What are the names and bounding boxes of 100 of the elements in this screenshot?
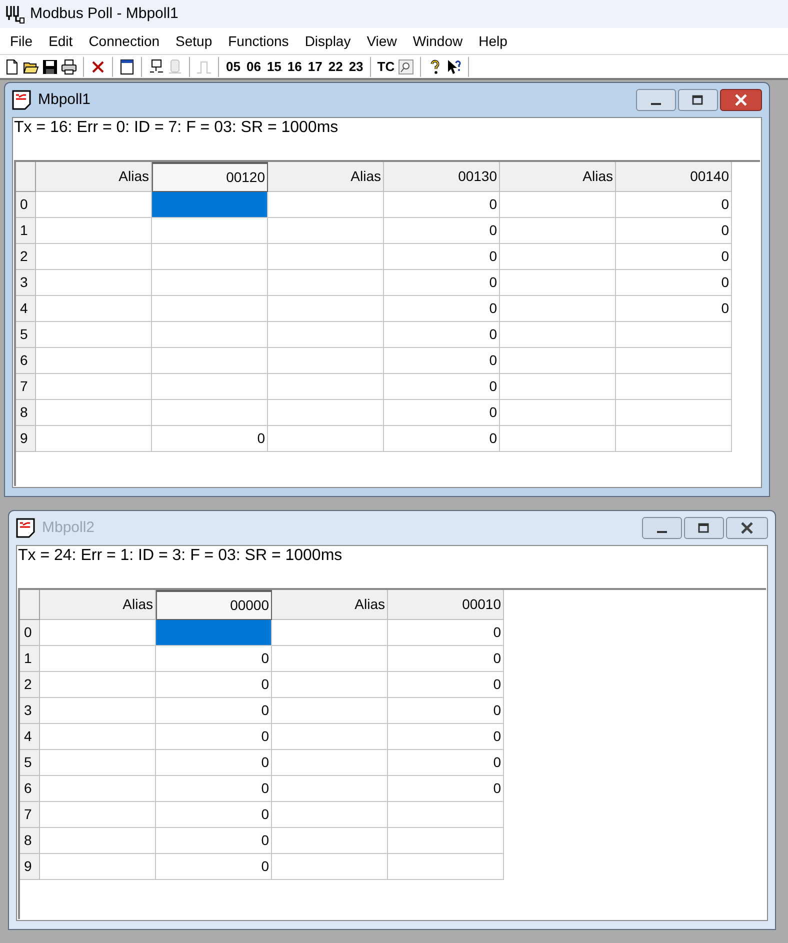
table-cell[interactable] [500,270,616,296]
close-button[interactable] [720,89,762,111]
column-header[interactable]: Alias [36,162,152,192]
menu-item[interactable]: Edit [40,30,81,52]
table-cell[interactable]: 0 [156,828,272,854]
table-cell[interactable]: 0 [384,374,500,400]
menu-item[interactable]: Help [470,30,516,52]
table-cell[interactable] [500,426,616,452]
table-cell[interactable]: 0 [384,218,500,244]
table-cell[interactable] [152,322,268,348]
table-cell[interactable]: 0 [384,348,500,374]
table-cell[interactable] [500,296,616,322]
menu-item[interactable]: Display [296,30,359,52]
table-cell[interactable]: 0 [384,270,500,296]
table-cell[interactable] [40,698,156,724]
column-header[interactable]: Alias [268,162,384,192]
table-cell[interactable] [388,828,504,854]
table-cell[interactable] [152,400,268,426]
table-cell[interactable] [268,400,384,426]
table-cell[interactable] [500,244,616,270]
table-cell[interactable]: 0 [156,750,272,776]
window-icon[interactable] [119,58,135,74]
maximize-button[interactable] [684,517,724,539]
table-cell[interactable] [500,348,616,374]
table-cell[interactable]: 0 [384,322,500,348]
table-cell[interactable] [36,322,152,348]
table-cell[interactable] [272,672,388,698]
table-cell[interactable] [272,828,388,854]
table-cell[interactable] [36,270,152,296]
minimize-button[interactable] [636,89,676,111]
table-cell[interactable]: 0 [388,776,504,802]
table-cell[interactable] [36,374,152,400]
table-cell[interactable] [40,802,156,828]
table-cell[interactable] [500,218,616,244]
table-cell[interactable] [500,400,616,426]
save-icon[interactable] [42,58,58,74]
table-cell[interactable]: 0 [616,218,732,244]
table-cell[interactable] [616,400,732,426]
menu-item[interactable]: File [2,30,41,52]
table-cell[interactable] [268,296,384,322]
table-cell[interactable]: 0 [388,750,504,776]
menu-item[interactable]: View [358,30,405,52]
column-header[interactable]: Alias [40,590,156,620]
table-cell[interactable] [40,776,156,802]
table-cell[interactable]: 0 [388,724,504,750]
table-cell[interactable] [36,348,152,374]
table-cell[interactable] [152,296,268,322]
table-cell[interactable] [388,802,504,828]
table-cell[interactable] [272,802,388,828]
column-header[interactable]: 00010 [388,590,504,620]
table-cell[interactable] [36,400,152,426]
table-cell[interactable] [40,620,156,646]
table-cell[interactable] [152,348,268,374]
table-cell[interactable] [500,322,616,348]
connect-icon[interactable] [148,58,164,74]
printer-icon[interactable] [61,58,77,74]
table-cell[interactable] [616,426,732,452]
monitor-icon[interactable] [398,58,414,74]
table-cell[interactable] [616,348,732,374]
table-cell[interactable]: 0 [384,296,500,322]
table-cell[interactable]: 0 [156,776,272,802]
menu-item[interactable]: Setup [168,30,220,52]
column-header[interactable]: 00120 [152,162,268,192]
table-cell[interactable] [272,646,388,672]
maximize-button[interactable] [678,89,718,111]
context-help-icon[interactable] [446,58,462,74]
table-cell[interactable]: 0 [388,672,504,698]
table-cell[interactable] [272,698,388,724]
table-cell[interactable] [36,296,152,322]
column-header[interactable]: 00130 [384,162,500,192]
table-cell[interactable] [36,218,152,244]
table-cell[interactable] [272,750,388,776]
table-cell[interactable]: 0 [388,698,504,724]
table-cell[interactable] [152,192,268,218]
column-header[interactable]: Alias [272,590,388,620]
table-cell[interactable]: 0 [156,646,272,672]
menu-item[interactable]: Functions [220,30,297,52]
menu-item[interactable]: Window [404,30,471,52]
table-cell[interactable] [152,374,268,400]
function-code-button[interactable]: 16 [286,56,303,76]
table-cell[interactable]: 0 [616,192,732,218]
function-code-button[interactable]: 22 [327,56,344,76]
table-cell[interactable] [40,672,156,698]
function-code-button[interactable]: 05 [225,56,242,76]
table-cell[interactable] [36,244,152,270]
table-cell[interactable] [152,244,268,270]
table-cell[interactable]: 0 [388,646,504,672]
function-code-button[interactable]: 15 [266,56,282,76]
menu-item[interactable]: Connection [80,30,168,52]
function-code-button[interactable]: 06 [245,56,262,76]
column-header[interactable]: 00140 [616,162,732,192]
table-cell[interactable]: 0 [152,426,268,452]
table-cell[interactable]: 0 [616,296,732,322]
table-cell[interactable] [152,218,268,244]
table-cell[interactable] [268,218,384,244]
minimize-button[interactable] [642,517,682,539]
column-header[interactable]: Alias [500,162,616,192]
table-cell[interactable]: 0 [156,802,272,828]
table-cell[interactable]: 0 [616,270,732,296]
tc-button[interactable]: TC [377,56,395,76]
